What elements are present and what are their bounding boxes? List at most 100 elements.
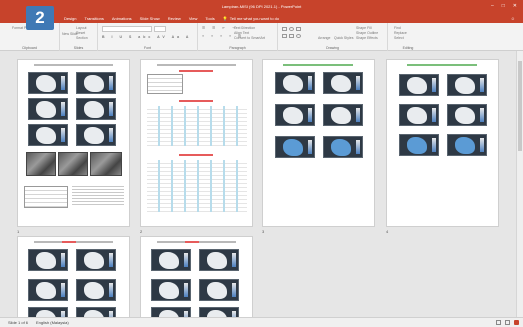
map-image [28,249,68,271]
slide-sorter-icon[interactable] [505,320,510,325]
zoom-slider-thumb[interactable] [514,320,519,325]
tab-review[interactable]: Review [168,16,181,21]
map-image [275,72,315,94]
step-number: 2 [35,8,45,27]
map-image [447,74,487,96]
font-format-icons[interactable]: B I U S abc AV Aa A [102,35,191,39]
map-image [151,307,191,317]
map-image [447,104,487,126]
slide-number: 3 [262,229,265,234]
close-icon[interactable]: ✕ [513,3,517,9]
map-image [76,249,116,271]
slide-thumbnail-5[interactable] [17,236,130,317]
font-size-input[interactable] [154,26,166,32]
scrollbar-thumb[interactable] [518,61,522,151]
shape-icon[interactable] [296,34,301,38]
status-bar: Slide 1 of 6 English (Malaysia) [0,317,523,327]
slide-thumbnail-4[interactable]: 4 [386,59,499,234]
map-image [199,249,239,271]
shape-outline-button[interactable]: Shape Outline [356,31,378,35]
shape-icon[interactable] [289,27,294,31]
text-direction-button[interactable]: Text Direction [234,26,255,30]
data-grid [147,160,247,212]
slide-number: 4 [386,229,389,234]
shape-effects-button[interactable]: Shape Effects [356,36,378,40]
drawing-group: Arrange Quick Styles Shape Fill Shape Ou… [278,23,388,51]
data-table [24,186,68,208]
shape-fill-button[interactable]: Shape Fill [356,26,372,30]
map-image [151,249,191,271]
shape-icon[interactable] [296,27,301,31]
clipboard-label: Clipboard [22,46,37,50]
slides-label: Slides [73,46,84,50]
slide-count: Slide 1 of 6 [8,320,29,325]
tab-design[interactable]: Design [64,16,76,21]
tab-animations[interactable]: Animations [112,16,132,21]
slide-header [147,64,246,67]
slide-header [24,241,123,244]
minimize-icon[interactable]: – [491,3,494,9]
shape-icon[interactable] [289,34,294,38]
photo-image [26,152,56,176]
map-image [275,136,315,158]
select-button[interactable]: Select [394,36,404,40]
slide-subtitle [179,154,213,156]
ribbon: Format Painter Clipboard New Slide Layou… [0,23,523,51]
slide-thumbnail-6[interactable] [140,236,253,317]
slide-subtitle [179,70,213,72]
map-image [28,307,68,317]
font-label: Font [143,46,151,50]
slide-number: 1 [17,229,20,234]
maximize-icon[interactable]: □ [502,3,505,9]
font-name-input[interactable] [102,26,152,32]
replace-button[interactable]: Replace [394,31,407,35]
map-image [28,124,68,146]
normal-view-icon[interactable] [496,320,501,325]
shape-icon[interactable] [282,27,287,31]
shape-icon[interactable] [282,34,287,38]
reset-button[interactable]: Reset [76,31,85,35]
align-text-button[interactable]: Align Text [234,31,249,35]
slide-number: 2 [140,229,143,234]
ribbon-tabs: Design Transitions Animations Slide Show… [0,14,523,23]
data-grid [147,106,247,146]
find-button[interactable]: Find [394,26,401,30]
share-icon[interactable]: ☺ [511,16,515,21]
map-image [151,279,191,301]
section-button[interactable]: Section [76,36,88,40]
map-image [76,72,116,94]
map-image [399,74,439,96]
tab-view[interactable]: View [189,16,198,21]
slide-thumbnail-1[interactable]: 1 [17,59,130,234]
slide-thumbnail-2[interactable]: 2 [140,59,253,234]
map-image [76,98,116,120]
paragraph-label: Paragraph [229,46,246,50]
tab-transitions[interactable]: Transitions [84,16,103,21]
convert-smartart-button[interactable]: Convert to SmartArt [234,36,265,40]
map-image [399,104,439,126]
slide-subtitle [179,100,213,102]
tell-me-box[interactable]: 💡 Tell me what you want to do [223,16,279,21]
tell-me-text: Tell me what you want to do [229,16,280,21]
drawing-label: Drawing [326,46,339,50]
status-right [496,320,519,325]
slide-sorter-area[interactable]: 1 2 3 4 [0,51,516,317]
tab-tools[interactable]: Tools [205,16,214,21]
data-table [147,74,183,94]
map-image [76,279,116,301]
language-indicator[interactable]: English (Malaysia) [36,320,69,325]
quick-styles-button[interactable]: Quick Styles [334,36,353,40]
arrange-button[interactable]: Arrange [318,36,330,40]
vertical-scrollbar[interactable] [516,51,523,317]
font-group: B I U S abc AV Aa A Font [98,23,198,51]
slide-header [24,64,123,67]
slide-thumbnail-3[interactable]: 3 [262,59,375,234]
window-controls: – □ ✕ [491,3,517,9]
map-image [399,134,439,156]
map-image [199,307,239,317]
paragraph-group: ☰ ☰ ⇤ ⇥ ↕ ≡ ≡ ≡ ≡ ▥ Text Direction Align… [198,23,278,51]
tab-slide-show[interactable]: Slide Show [140,16,160,21]
map-image [323,104,363,126]
lightbulb-icon: 💡 [222,16,228,21]
layout-button[interactable]: Layout [76,26,87,30]
